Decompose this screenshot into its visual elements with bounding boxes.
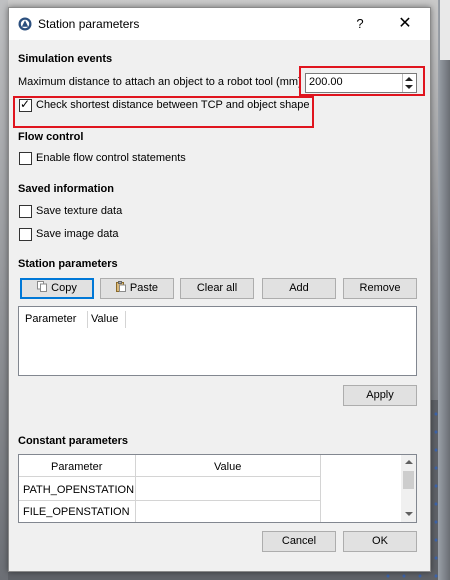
station-parameters-dialog: Station parameters ? ✕ Simulation events… [8,7,431,572]
copy-icon [37,281,48,292]
apply-button[interactable]: Apply [343,385,417,406]
const-column-divider [320,455,321,522]
ok-button[interactable]: OK [343,531,417,552]
app-logo-icon [18,17,32,31]
simulation-events-heading: Simulation events [18,53,113,65]
close-button[interactable]: ✕ [391,11,419,37]
const-column-divider [135,455,136,522]
const-header-divider [19,476,321,477]
paste-button-label: Paste [129,282,159,294]
copy-button-label: Copy [51,282,77,294]
constant-parameters-table[interactable]: Parameter Value PATH_OPENSTATION FILE_OP… [18,454,417,523]
column-header-value[interactable]: Value [91,313,118,325]
save-image-label: Save image data [36,228,119,240]
save-texture-label: Save texture data [36,205,123,217]
const-row-divider [19,500,321,501]
paste-button[interactable]: Paste [100,278,174,299]
flow-control-heading: Flow control [18,131,84,143]
save-texture-checkbox[interactable] [19,205,32,218]
title-bar[interactable]: Station parameters ? ✕ [9,8,430,40]
save-image-checkbox[interactable] [19,228,32,241]
highlight-box-check-shortest [13,96,314,128]
dialog-title: Station parameters [38,17,140,31]
const-column-header-parameter[interactable]: Parameter [51,461,102,473]
background-left-strip [0,0,8,580]
const-row-parameter: PATH_OPENSTATION [23,484,135,496]
scroll-thumb[interactable] [403,471,414,489]
help-button[interactable]: ? [346,11,374,37]
flow-control-checkbox[interactable] [19,152,32,165]
background-right-edge [438,0,450,580]
column-header-parameter[interactable]: Parameter [25,313,76,325]
max-distance-label: Maximum distance to attach an object to … [18,76,302,88]
cancel-button[interactable]: Cancel [262,531,336,552]
flow-control-label: Enable flow control statements [36,152,186,164]
const-column-header-value[interactable]: Value [214,461,241,473]
remove-button[interactable]: Remove [343,278,417,299]
add-button[interactable]: Add [262,278,336,299]
copy-button[interactable]: Copy [20,278,94,299]
clear-all-button[interactable]: Clear all [180,278,254,299]
background-top-corner [440,0,450,60]
station-parameters-table[interactable]: Parameter Value [18,306,417,376]
scroll-up-icon[interactable] [405,460,413,464]
constant-parameters-heading: Constant parameters [18,435,129,447]
saved-information-heading: Saved information [18,183,114,195]
const-table-scrollbar[interactable] [401,455,416,522]
column-divider [87,311,88,328]
scroll-down-icon[interactable] [405,512,413,516]
column-divider [125,311,126,328]
const-row-parameter: FILE_OPENSTATION [23,506,130,518]
station-parameters-heading: Station parameters [18,258,118,270]
paste-icon [115,281,126,292]
highlight-box-max-distance [299,66,425,96]
